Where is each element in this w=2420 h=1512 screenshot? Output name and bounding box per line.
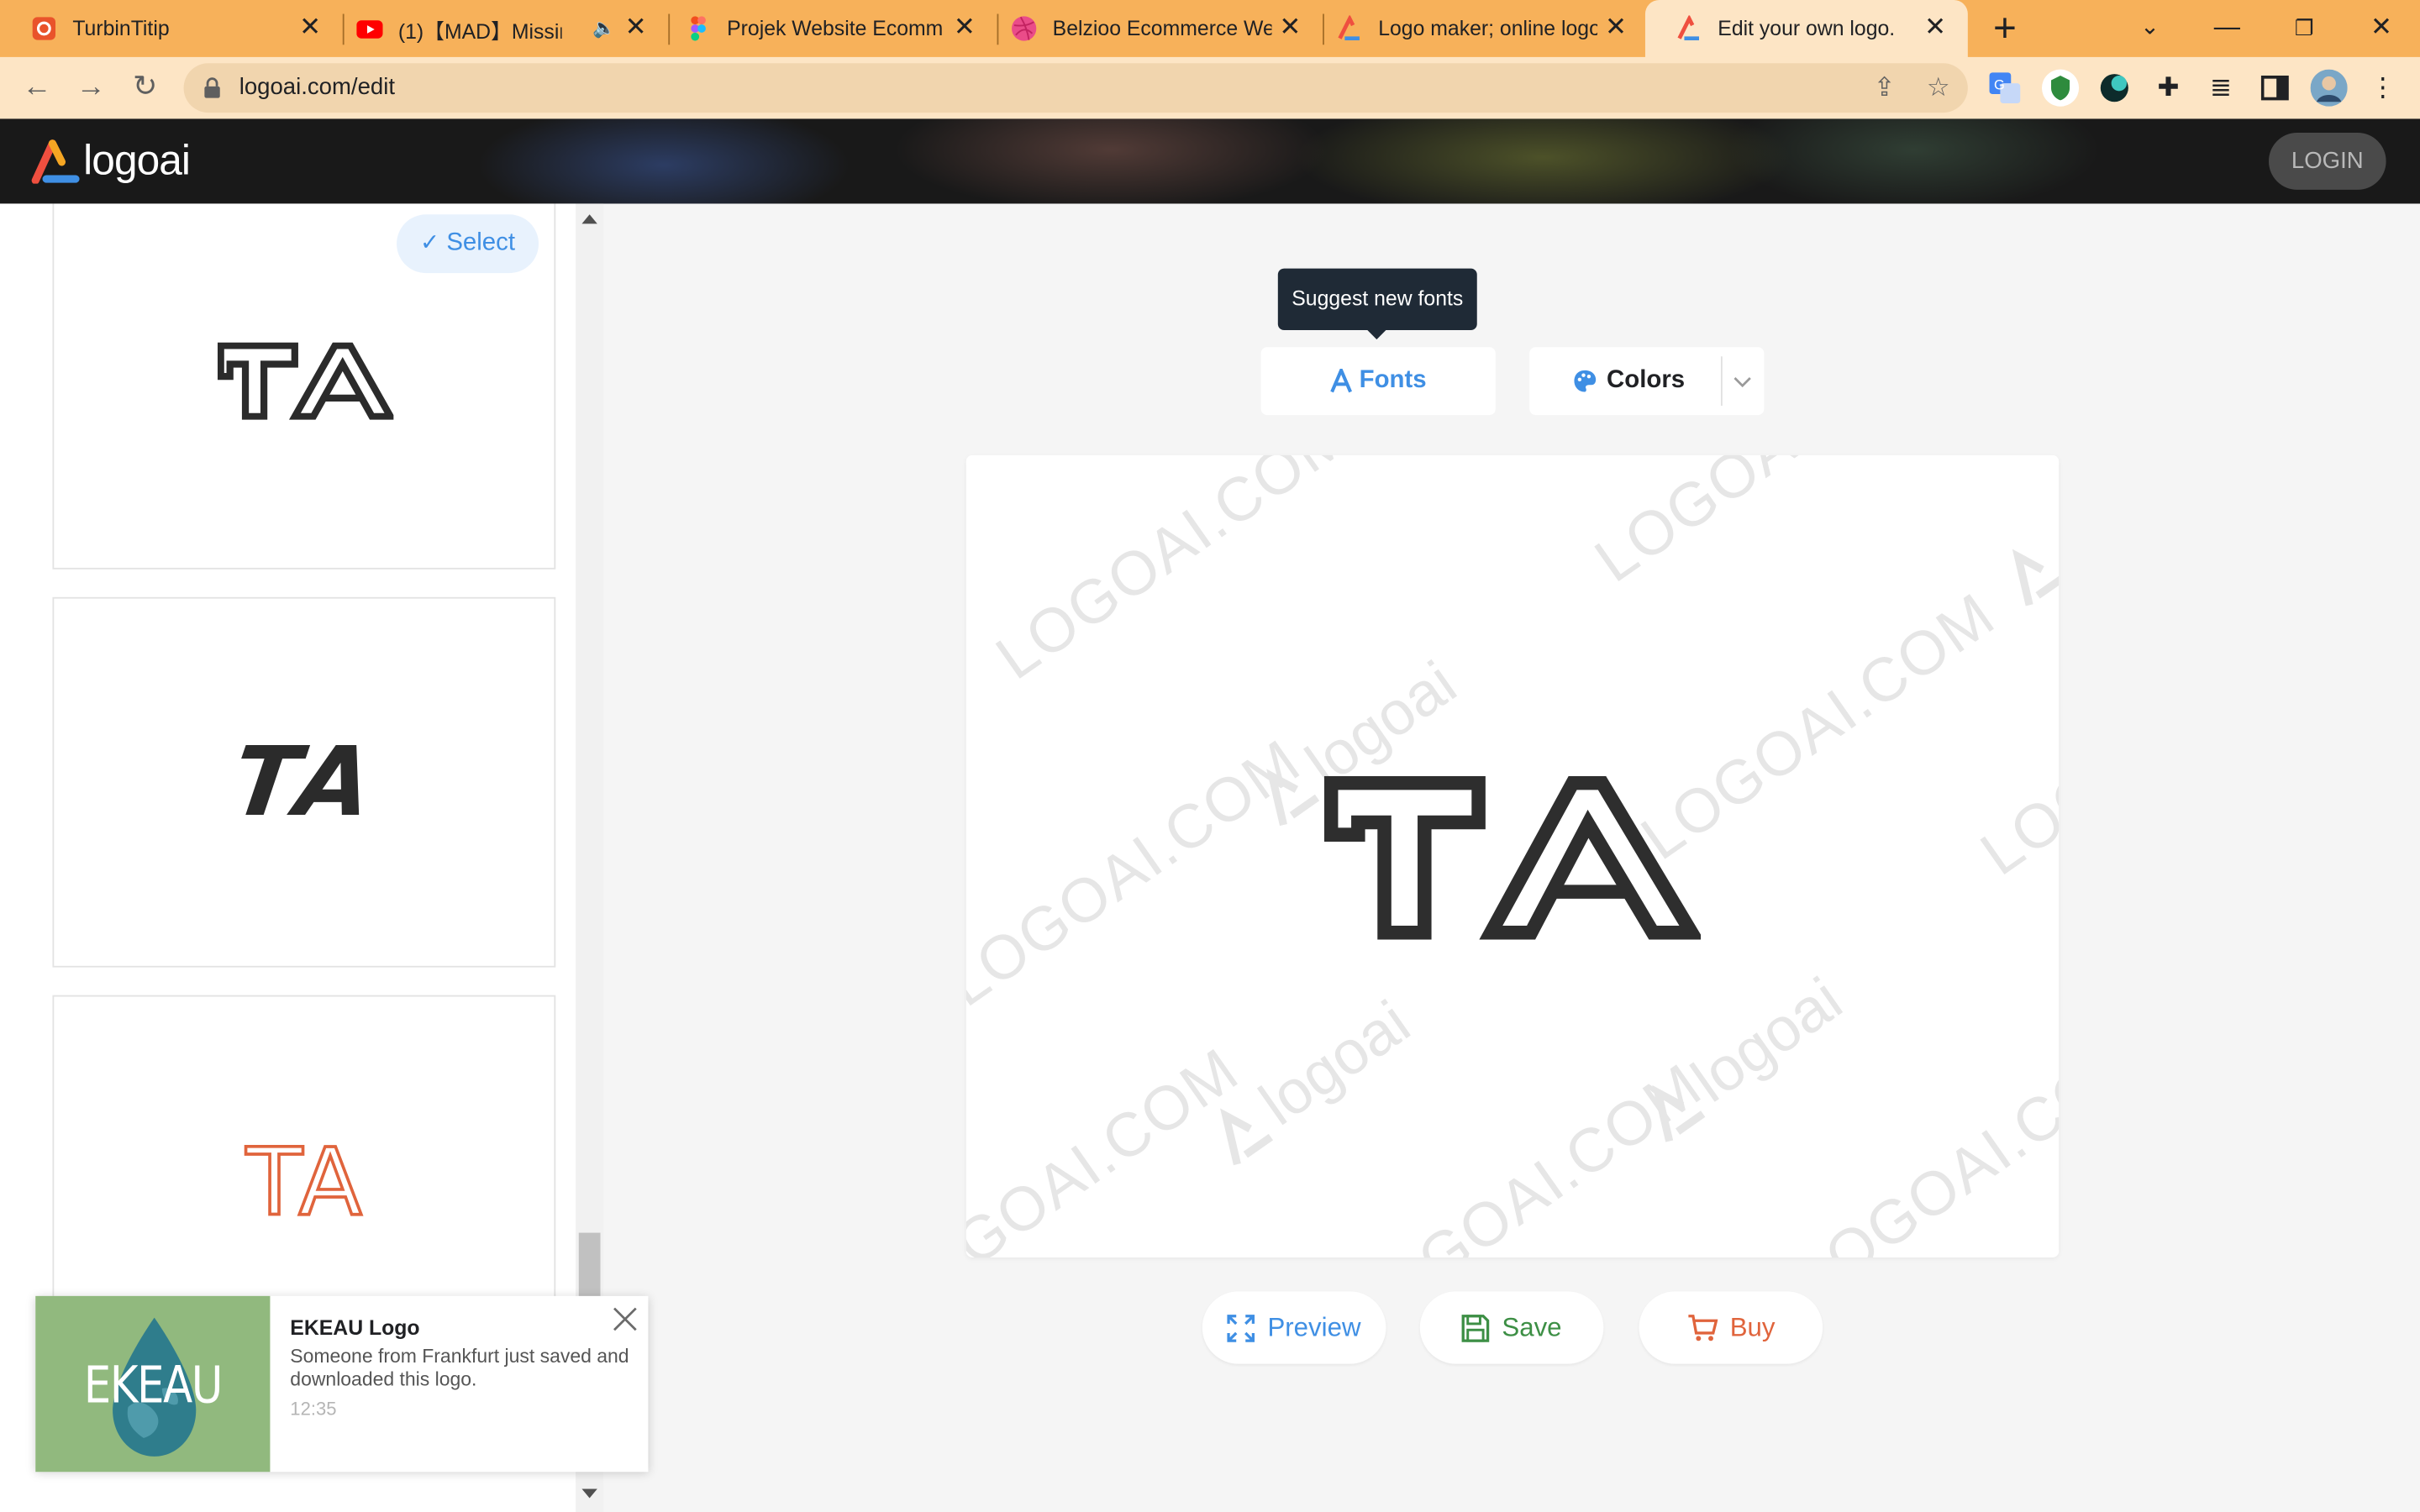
logo-canvas[interactable]: LOGOAI.COM LOGOAI.COM LOGOAI.COM LOGOAI.… <box>965 454 2060 1257</box>
close-tab-icon[interactable]: ✕ <box>950 13 978 42</box>
logoai-mark-icon <box>31 139 80 184</box>
ekeau-logo-thumbnail: EKEAU <box>35 1295 271 1473</box>
browser-tab-strip: TurbinTitip ✕ (1)【MAD】Missing You 🔈 ✕ Pr… <box>0 0 2420 57</box>
media-control-icon[interactable]: ≣ <box>2202 70 2239 107</box>
fonts-label: Fonts <box>1359 367 1427 394</box>
ekeau-logo-text: EKEAU <box>83 1354 224 1415</box>
screen: TurbinTitip ✕ (1)【MAD】Missing You 🔈 ✕ Pr… <box>0 0 2420 1512</box>
tab-title: Belzioo Ecommerce Website <box>1052 17 1272 40</box>
login-button[interactable]: LOGIN <box>2268 132 2386 190</box>
watermark-mark-icon <box>2012 549 2060 606</box>
share-icon[interactable]: ⇪ <box>1869 72 1900 103</box>
buy-label: Buy <box>1729 1312 1776 1342</box>
tab-dribbble[interactable]: Belzioo Ecommerce Website ✕ <box>980 0 1324 57</box>
font-a-icon <box>1329 368 1352 393</box>
tab-edit-logo[interactable]: Edit your own logo. ✕ <box>1644 0 1968 57</box>
extensions-puzzle-icon[interactable]: ✚ <box>2150 70 2187 107</box>
buy-button[interactable]: Buy <box>1639 1291 1823 1364</box>
svg-text:G: G <box>1994 77 2005 93</box>
logo-variant-card[interactable]: TA <box>52 596 556 968</box>
shield-extension-icon[interactable] <box>2040 68 2081 108</box>
profile-avatar[interactable] <box>2310 69 2348 107</box>
recent-download-notification[interactable]: EKEAU EKEAU Logo Someone from Frankfurt … <box>35 1295 649 1473</box>
notification-message: Someone from Frankfurt just saved and do… <box>290 1345 629 1390</box>
preview-label: Preview <box>1267 1312 1361 1342</box>
tab-title: Projek Website Ecommerce <box>727 17 944 40</box>
restore-window-icon[interactable]: ❐ <box>2281 6 2328 49</box>
dribbble-favicon <box>1012 16 1037 41</box>
close-tab-icon[interactable]: ✕ <box>1276 13 1304 42</box>
speaker-icon[interactable]: 🔈 <box>592 17 615 39</box>
scroll-up-arrow-icon[interactable] <box>581 214 597 224</box>
colors-label: Colors <box>1607 367 1686 394</box>
watermark-text: LOGOAI.COM <box>965 1036 1251 1257</box>
notification-title: EKEAU Logo <box>290 1315 420 1340</box>
turbin-favicon <box>32 17 56 40</box>
forward-icon[interactable]: → <box>70 66 113 109</box>
watermark-text: LOGOAI.COM <box>1784 1020 2060 1257</box>
brand-name: logoai <box>83 136 191 183</box>
suggest-fonts-tooltip: Suggest new fonts <box>1277 268 1477 340</box>
close-tab-icon[interactable]: ✕ <box>1602 13 1630 42</box>
colors-button[interactable]: Colors <box>1529 347 1765 416</box>
url-text: logoai.com/edit <box>239 74 396 101</box>
watermark-text: LOGOAI.COM <box>1583 455 1961 597</box>
translate-icon[interactable]: G <box>1988 71 2022 104</box>
expand-icon <box>1227 1314 1255 1341</box>
watermark-brand: logoai <box>1680 965 1854 1116</box>
floppy-disk-icon <box>1461 1314 1490 1341</box>
address-bar[interactable]: logoai.com/edit ⇪ ☆ <box>183 63 1968 113</box>
reload-icon[interactable]: ↻ <box>124 66 166 109</box>
scrollbar-thumb[interactable] <box>578 1232 601 1301</box>
preview-button[interactable]: Preview <box>1202 1291 1386 1364</box>
tab-title: (1)【MAD】Missing You <box>397 18 562 43</box>
save-label: Save <box>1502 1312 1562 1342</box>
logoai-logo[interactable]: logoai <box>31 134 191 186</box>
logo-variant-outline <box>217 342 394 420</box>
watermark-text: LOGOAI.COM <box>984 454 1363 693</box>
tab-figma[interactable]: Projek Website Ecommerce ✕ <box>655 0 999 57</box>
logo-variant-card[interactable]: ✓ Select <box>52 203 556 570</box>
close-tab-icon[interactable]: ✕ <box>1922 13 1949 42</box>
minimize-window-icon[interactable]: — <box>2204 6 2250 49</box>
watermark-brand: logoai <box>1248 989 1423 1139</box>
side-panel-icon[interactable] <box>2260 74 2289 102</box>
main-logo-ta[interactable] <box>1323 775 1702 940</box>
palette-icon <box>1574 370 1597 392</box>
watermark-logo <box>1992 531 2060 613</box>
check-icon: ✓ <box>420 229 440 256</box>
close-window-icon[interactable]: ✕ <box>2359 6 2405 49</box>
notification-time: 12:35 <box>290 1398 337 1420</box>
browser-menu-icon[interactable]: ⋮ <box>2365 70 2402 107</box>
scroll-down-arrow-icon[interactable] <box>581 1488 597 1499</box>
tab-youtube[interactable]: (1)【MAD】Missing You 🔈 ✕ <box>326 0 671 57</box>
tab-logo-maker[interactable]: Logo maker; online logo ✕ <box>1306 0 1649 57</box>
tab-turbintitip[interactable]: TurbinTitip ✕ <box>0 0 345 57</box>
close-tab-icon[interactable]: ✕ <box>297 13 324 42</box>
select-label: Select <box>446 229 516 256</box>
fonts-button[interactable]: Fonts <box>1260 347 1496 416</box>
youtube-favicon <box>356 20 383 39</box>
logoai-favicon <box>1338 15 1360 41</box>
back-icon[interactable]: ← <box>15 66 58 109</box>
chevron-down-icon[interactable] <box>1730 369 1754 393</box>
close-tab-icon[interactable]: ✕ <box>622 13 650 42</box>
colors-divider <box>1720 356 1723 407</box>
logo-variant-bold: TA <box>225 725 386 838</box>
tab-search-icon[interactable]: ⌄ <box>2127 6 2173 49</box>
select-button[interactable]: ✓ Select <box>397 214 539 274</box>
save-button[interactable]: Save <box>1419 1291 1604 1364</box>
dark-mode-extension-icon[interactable] <box>2099 72 2130 103</box>
app-header: logoai LOGIN <box>0 118 2420 204</box>
logo-variant-sketch: TA <box>245 1128 366 1239</box>
figma-favicon <box>691 16 706 41</box>
browser-toolbar: ← → ↻ logoai.com/edit ⇪ ☆ G ✚ ≣ ⋮ <box>0 56 2420 119</box>
new-tab-button[interactable]: + <box>1985 8 2025 48</box>
logoai-favicon <box>1677 15 1700 41</box>
bookmark-star-icon[interactable]: ☆ <box>1923 72 1954 103</box>
lock-icon <box>204 77 220 98</box>
close-icon[interactable] <box>611 1305 639 1333</box>
tab-title: Logo maker; online logo <box>1378 17 1598 40</box>
shopping-cart-icon <box>1688 1314 1718 1341</box>
